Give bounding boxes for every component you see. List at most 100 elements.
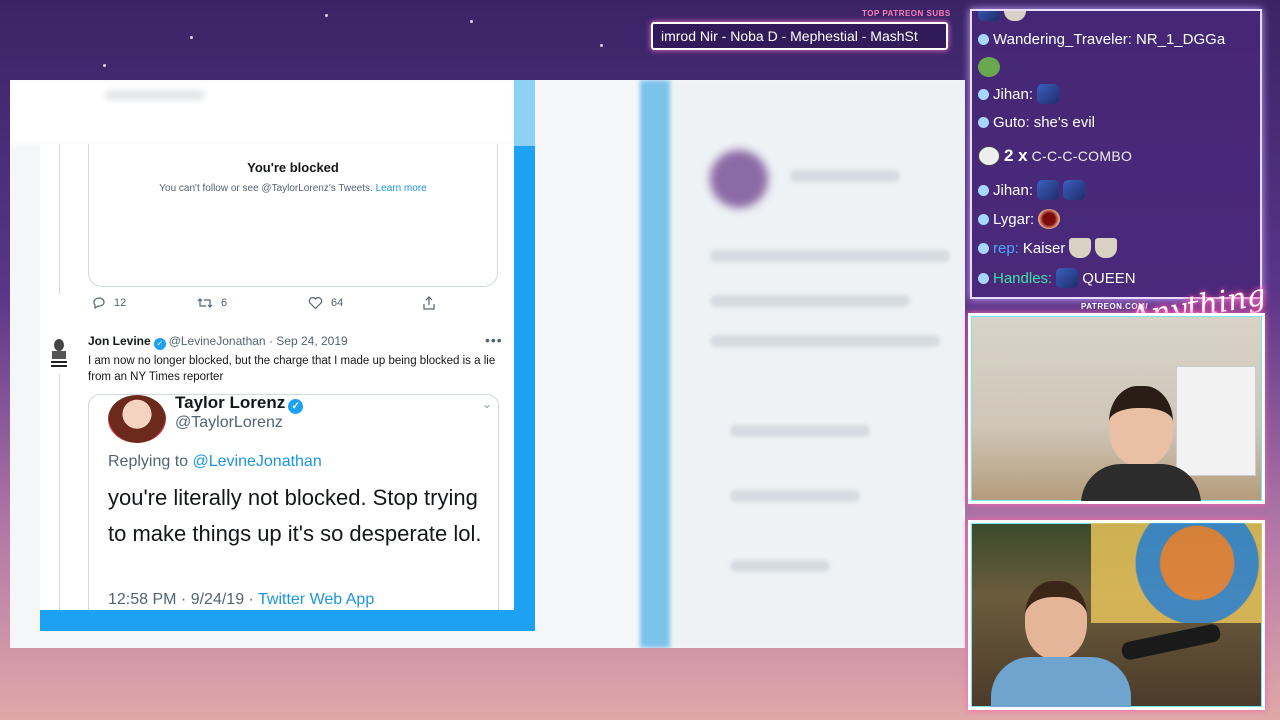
chat-username[interactable]: Lygar: — [993, 211, 1034, 228]
screenshot-frame-right — [514, 80, 535, 631]
chevron-down-icon[interactable]: ⌄ — [482, 397, 492, 411]
tweet-thread: You're blocked You can't follow or see @… — [40, 144, 514, 610]
tweet-actions: 12 6 64 — [92, 294, 452, 316]
chat-message: Jihan: — [978, 180, 1086, 200]
like-count: 64 — [331, 297, 344, 309]
chat-username[interactable]: Jihan: — [993, 182, 1033, 199]
taylor-handle[interactable]: @TaylorLorenz — [175, 414, 283, 432]
emote-icon — [978, 11, 1000, 21]
green-emote-icon — [978, 57, 1000, 77]
shield-emote-icon — [1095, 238, 1118, 258]
star-decoration — [470, 20, 473, 23]
share-button[interactable] — [422, 296, 436, 310]
chat-username[interactable]: Jihan: — [993, 86, 1033, 103]
patreon-subs-ticker: imrod Nir - Noba D - Mephestial - MashSt — [651, 22, 948, 50]
chat-message: Lygar: — [978, 209, 1061, 229]
like-button[interactable]: 64 — [308, 296, 343, 310]
chat-username[interactable]: Wandering_Traveler: — [993, 31, 1132, 48]
red-emote-icon — [1038, 209, 1061, 229]
taylor-timestamp[interactable]: 12:58 PM · 9/24/19 · — [108, 591, 254, 608]
thread-connector — [59, 374, 60, 610]
replying-to-link[interactable]: @LevineJonathan — [193, 453, 322, 470]
webcam-host-1 — [968, 313, 1265, 504]
taylor-tweet-text: you're literally not blocked. Stop tryin… — [108, 485, 482, 546]
taylor-embedded-tweet[interactable]: Taylor Lorenz ✓ @TaylorLorenz ⌄ Replying … — [88, 393, 499, 610]
taylor-timestamp-row: 12:58 PM · 9/24/19 · Twitter Web App — [108, 591, 374, 609]
tweet-source-link[interactable]: Twitter Web App — [258, 591, 374, 608]
taylor-name[interactable]: Taylor Lorenz — [175, 393, 285, 412]
emote-icon — [1037, 180, 1060, 200]
chat-badge-icon — [978, 184, 989, 196]
chat-text: QUEEN — [1082, 269, 1136, 287]
jon-levine-avatar[interactable] — [48, 336, 70, 370]
emote-icon — [1037, 84, 1060, 104]
webcam-host-2 — [968, 520, 1265, 710]
heart-icon — [308, 297, 323, 310]
troll-emote-icon — [978, 146, 1000, 166]
chat-badge-icon — [978, 272, 989, 284]
screenshot-frame-faded — [514, 80, 535, 146]
reply-icon — [93, 297, 105, 310]
chat-message: Jihan: — [978, 84, 1060, 104]
chat-badge-icon — [978, 117, 989, 128]
chat-text: she's evil — [1033, 114, 1095, 131]
taylor-lorenz-avatar[interactable] — [108, 395, 166, 443]
star-decoration — [600, 44, 603, 47]
blurred-background-page — [640, 80, 965, 648]
reply-button[interactable]: 12 — [92, 296, 126, 310]
stream-chat: Wandering_Traveler: NR_1_DGGa Jihan: Gut… — [970, 9, 1262, 299]
chat-combo: 2 x C-C-C-COMBO — [978, 146, 1132, 166]
combo-text: C-C-C-COMBO — [1031, 148, 1133, 164]
retweet-button[interactable]: 6 — [197, 296, 227, 310]
patreon-subs-heading: TOP PATREON SUBS — [862, 9, 951, 18]
verified-badge-icon: ✓ — [288, 399, 304, 414]
screen-share: You're blocked You can't follow or see @… — [10, 80, 965, 648]
shield-emote-icon — [1069, 238, 1092, 258]
reply-count: 12 — [114, 297, 127, 309]
blurred-top-strip — [10, 80, 514, 144]
jon-date[interactable]: · Sep 24, 2019 — [269, 334, 348, 348]
chat-username[interactable]: rep: — [993, 240, 1019, 257]
more-options-icon[interactable]: ••• — [485, 332, 503, 348]
star-decoration — [190, 36, 193, 39]
star-decoration — [325, 14, 328, 17]
retweet-count: 6 — [221, 297, 228, 309]
chat-username[interactable]: Guto: — [993, 114, 1030, 131]
chat-text: NR_1_DGGa — [1135, 31, 1226, 48]
jon-tweet-header: Jon Levine ✓ @LevineJonathan · Sep 24, 201… — [88, 334, 348, 350]
blocked-title: You're blocked — [247, 160, 339, 175]
chat-emote-line — [978, 57, 1000, 77]
chat-text: Kaiser — [1022, 239, 1066, 257]
replying-to-line: Replying to @LevineJonathan — [108, 453, 322, 471]
share-icon — [423, 296, 435, 310]
verified-badge-icon: ✓ — [153, 338, 166, 350]
chat-message: Handles: QUEEN — [978, 268, 1136, 288]
chat-message: rep: Kaiser — [978, 238, 1118, 258]
streamer-figure — [1081, 376, 1201, 501]
streamer-figure — [991, 573, 1131, 707]
thread-connector — [59, 144, 60, 294]
chat-message-partial — [978, 11, 1026, 21]
star-decoration — [103, 64, 106, 67]
chat-username[interactable]: Handles: — [993, 270, 1052, 287]
jon-name[interactable]: Jon Levine — [88, 334, 151, 348]
blocked-message: You can't follow or see @TaylorLorenz's … — [89, 183, 497, 194]
blocked-quote-card: You're blocked You can't follow or see @… — [88, 144, 498, 287]
emote-icon — [1056, 268, 1079, 288]
emote-icon — [1063, 180, 1086, 200]
shield-emote-icon — [1004, 11, 1026, 21]
replying-prefix: Replying to — [108, 453, 189, 470]
jon-handle[interactable]: @LevineJonathan — [169, 334, 266, 348]
retweet-icon — [197, 298, 213, 308]
chat-badge-icon — [978, 242, 989, 254]
learn-more-link[interactable]: Learn more — [376, 183, 427, 194]
chat-badge-icon — [978, 213, 989, 225]
chat-badge-icon — [978, 88, 989, 100]
microphone-icon — [1120, 622, 1222, 662]
taylor-name-row: Taylor Lorenz ✓ — [175, 393, 306, 414]
chat-message: Wandering_Traveler: NR_1_DGGa — [978, 31, 1225, 48]
screenshot-frame-bottom — [40, 610, 535, 631]
chat-message: Guto: she's evil — [978, 114, 1095, 131]
blocked-text: You can't follow or see @TaylorLorenz's … — [159, 183, 373, 194]
jon-tweet-text: I am now no longer blocked, but the char… — [88, 355, 496, 383]
